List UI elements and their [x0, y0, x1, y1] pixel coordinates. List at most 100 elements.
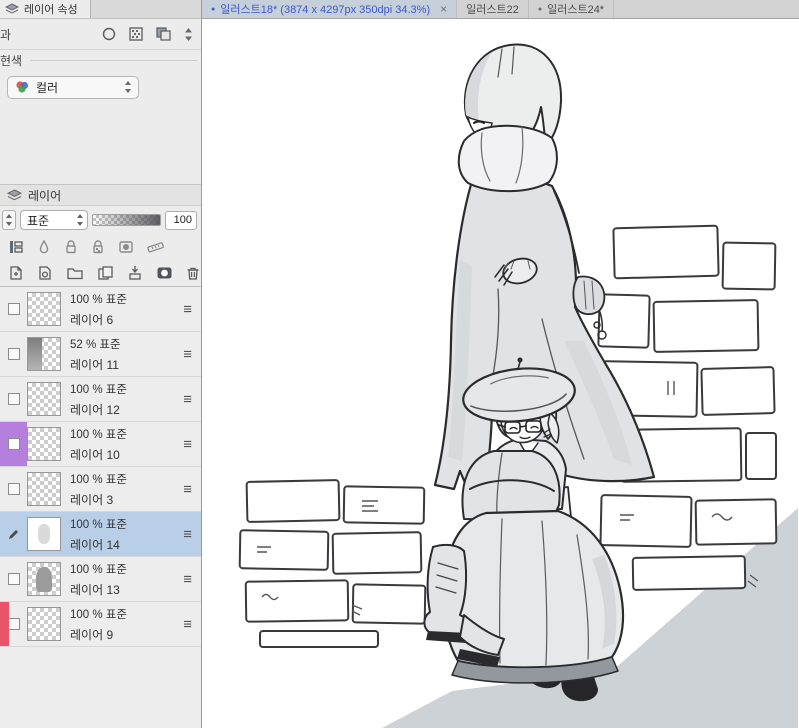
document-tab[interactable]: ● 일러스트24*: [529, 0, 615, 18]
layer-visibility-checkbox[interactable]: [7, 303, 20, 315]
expression-color-row: 현색: [0, 49, 201, 71]
layer-visibility-cell[interactable]: [0, 377, 27, 421]
close-tab-icon[interactable]: ×: [440, 2, 447, 16]
reference-layer-icon[interactable]: [37, 239, 51, 255]
effect-stepper-icon[interactable]: [184, 27, 193, 42]
layer-thumbnail[interactable]: [27, 292, 61, 326]
document-tab-label: 일러스트18* (3874 x 4297px 350dpi 34.3%): [220, 4, 431, 16]
blend-mode-dropdown[interactable]: 표준: [20, 210, 88, 230]
effect-label-partial: 과: [0, 27, 12, 42]
document-tab-bar: ● 일러스트18* (3874 x 4297px 350dpi 34.3%) ×…: [202, 0, 799, 19]
layer-row[interactable]: 100 % 표준 레이어 9 ≡: [0, 602, 201, 647]
layer-opacity-mode: 100 % 표준: [70, 383, 127, 396]
layer-menu-icon[interactable]: ≡: [183, 437, 201, 452]
color-mode-dropdown[interactable]: 컬러: [7, 75, 139, 99]
panel-spacer: [0, 103, 201, 184]
layer-visibility-cell[interactable]: [0, 287, 27, 331]
layer-thumbnail[interactable]: [27, 472, 61, 506]
canvas-illustration[interactable]: [202, 19, 798, 728]
layer-opacity-mode: 100 % 표준: [70, 473, 127, 486]
duplicate-layer-icon[interactable]: [97, 265, 114, 281]
layer-row[interactable]: 100 % 표준 레이어 12 ≡: [0, 377, 201, 422]
chevron-updown-icon: [76, 213, 84, 227]
layer-palette-color-red: [0, 602, 9, 646]
chevron-updown-icon: [124, 80, 132, 94]
layer-row-selected[interactable]: 100 % 표준 레이어 14 ≡: [0, 512, 201, 557]
enable-mask-icon[interactable]: [118, 239, 134, 255]
layer-name: 레이어 3: [70, 492, 114, 507]
layer-property-header: 레이어 속성: [0, 0, 201, 19]
layer-thumbnail[interactable]: [27, 382, 61, 416]
blend-mode-row: 표준 100: [0, 206, 201, 234]
layer-menu-icon[interactable]: ≡: [183, 482, 201, 497]
document-tab-label: 일러스트24*: [547, 4, 605, 16]
document-tab[interactable]: 일러스트22: [457, 0, 529, 18]
layer-text: 100 % 표준 레이어 10: [70, 426, 127, 463]
color-circles-icon: [14, 80, 30, 94]
layer-menu-icon[interactable]: ≡: [183, 392, 201, 407]
lock-transparent-pixels-icon[interactable]: [91, 239, 105, 255]
layer-visibility-cell[interactable]: [0, 467, 27, 511]
layer-thumbnail[interactable]: [27, 562, 61, 596]
new-layer-icon[interactable]: [8, 265, 24, 281]
layer-name: 레이어 6: [70, 312, 114, 327]
new-layer-settings-icon[interactable]: [37, 265, 53, 281]
layer-visibility-checkbox[interactable]: [7, 393, 20, 405]
layer-row[interactable]: 52 % 표준 레이어 11 ≡: [0, 332, 201, 377]
layer-visibility-checkbox[interactable]: [7, 348, 20, 360]
document-tab-active[interactable]: ● 일러스트18* (3874 x 4297px 350dpi 34.3%) ×: [202, 0, 458, 18]
layer-visibility-cell[interactable]: [0, 332, 27, 376]
layer-text: 100 % 표준 레이어 13: [70, 561, 127, 598]
layer-visibility-cell[interactable]: [0, 557, 27, 601]
layers-icon: [7, 188, 22, 202]
layer-menu-icon[interactable]: ≡: [183, 347, 201, 362]
layer-list: 100 % 표준 레이어 6 ≡ 52 % 표준 레이어 11 ≡ 100 % …: [0, 286, 201, 728]
layer-visibility-checkbox[interactable]: [7, 573, 20, 585]
merge-down-icon[interactable]: [127, 265, 143, 281]
layer-visibility-checkbox[interactable]: [7, 618, 20, 630]
layer-text: 52 % 표준 레이어 11: [70, 336, 121, 373]
panel-stepper[interactable]: [2, 210, 16, 230]
layer-palette-color-purple[interactable]: [0, 422, 27, 466]
layer-thumbnail[interactable]: [27, 517, 61, 551]
clip-to-layer-icon[interactable]: [8, 239, 24, 255]
layer-visibility-checkbox[interactable]: [7, 438, 20, 450]
canvas[interactable]: [202, 19, 799, 728]
blend-mode-value: 표준: [27, 213, 50, 228]
layer-editing-cell[interactable]: [0, 512, 27, 556]
layer-mask-icon[interactable]: [156, 265, 173, 281]
layer-menu-icon[interactable]: ≡: [183, 572, 201, 587]
opacity-slider[interactable]: [92, 214, 161, 226]
tone-effect-icon[interactable]: [128, 26, 144, 42]
app-window: 레이어 속성 과 현색 컬러 레이어 표준 100 100 % 표준 레이어 6…: [0, 0, 799, 728]
layer-property-panel-tab[interactable]: 레이어 속성: [0, 0, 91, 18]
layer-row[interactable]: 100 % 표준 레이어 13 ≡: [0, 557, 201, 602]
layer-opacity-mode: 100 % 표준: [70, 293, 127, 306]
layer-menu-icon[interactable]: ≡: [183, 617, 201, 632]
ruler-icon[interactable]: [147, 239, 164, 255]
layer-text: 100 % 표준 레이어 3: [70, 471, 127, 508]
new-folder-icon[interactable]: [66, 265, 84, 281]
lock-layer-icon[interactable]: [64, 239, 78, 255]
layer-color-effect-icon[interactable]: [155, 26, 173, 42]
opacity-value-field[interactable]: 100: [165, 210, 197, 230]
thumbnail-sketch: [28, 518, 60, 550]
layer-menu-icon[interactable]: ≡: [183, 527, 201, 542]
effect-row: 과: [0, 19, 201, 49]
layer-name: 레이어 14: [70, 537, 120, 552]
layer-row[interactable]: 100 % 표준 레이어 10 ≡: [0, 422, 201, 467]
layer-thumbnail[interactable]: [27, 427, 61, 461]
layer-row[interactable]: 100 % 표준 레이어 6 ≡: [0, 287, 201, 332]
left-panel: 레이어 속성 과 현색 컬러 레이어 표준 100 100 % 표준 레이어 6…: [0, 0, 202, 728]
modified-bullet-icon: ●: [537, 5, 543, 13]
delete-layer-icon[interactable]: [186, 265, 200, 281]
layer-panel-title: 레이어: [28, 188, 62, 203]
layer-row[interactable]: 100 % 표준 레이어 3 ≡: [0, 467, 201, 512]
layer-thumbnail[interactable]: [27, 337, 61, 371]
layer-visibility-checkbox[interactable]: [7, 483, 20, 495]
border-effect-icon[interactable]: [101, 26, 117, 42]
layer-thumbnail[interactable]: [27, 607, 61, 641]
layer-menu-icon[interactable]: ≡: [183, 302, 201, 317]
layer-text: 100 % 표준 레이어 9: [70, 606, 127, 643]
layer-name: 레이어 13: [70, 582, 120, 597]
